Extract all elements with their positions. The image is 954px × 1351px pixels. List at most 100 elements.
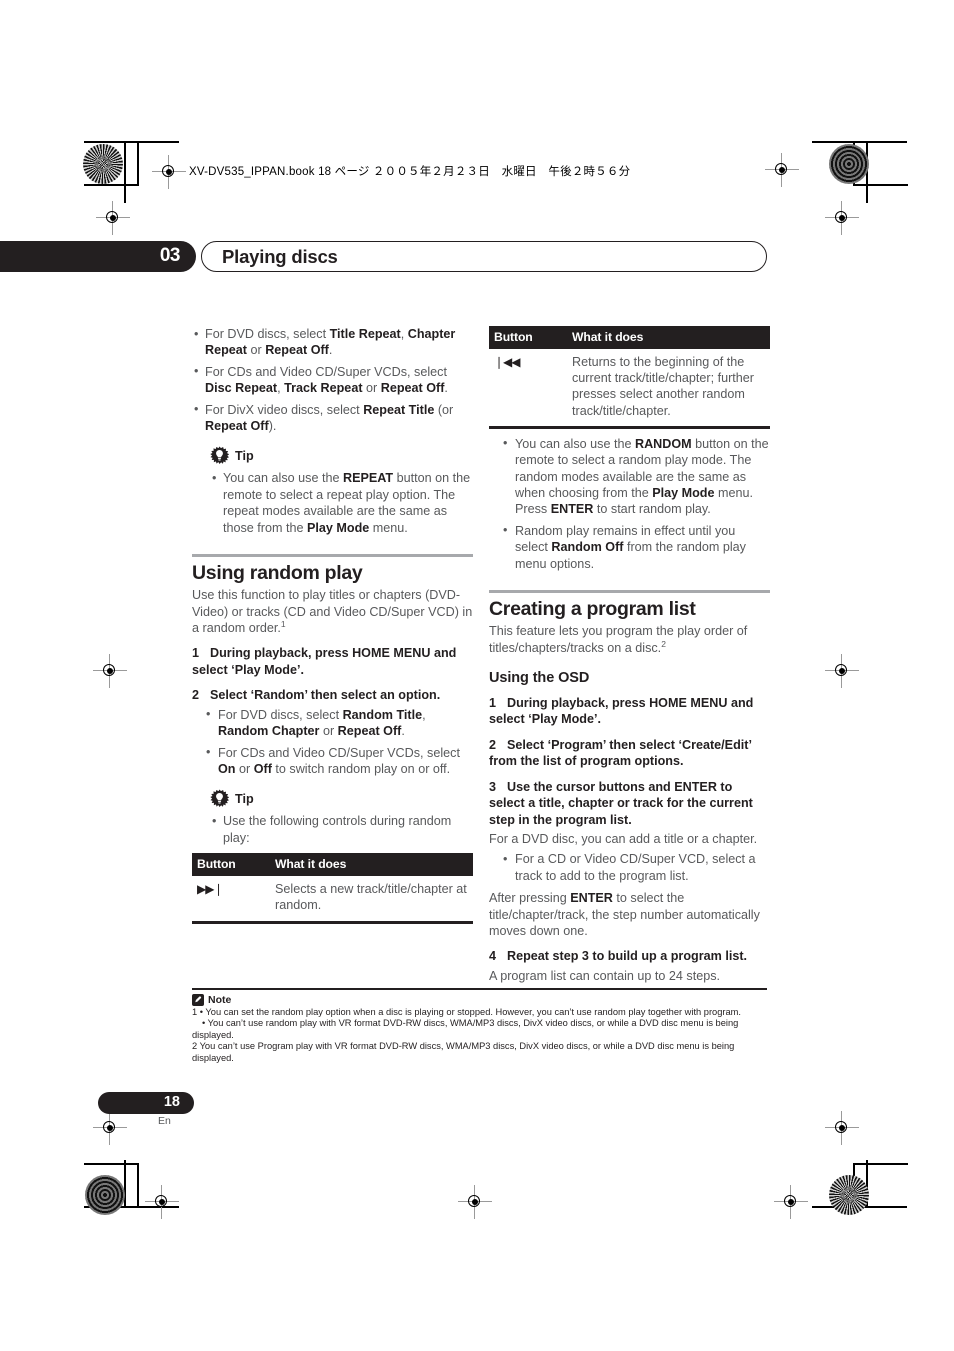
crop-mark-br-h2	[853, 1163, 908, 1165]
step-3: 3 Use the cursor buttons and ENTER to sel…	[489, 779, 770, 828]
list-item: You can also use the REPEAT button on th…	[212, 470, 473, 536]
color-registration-blob-br	[829, 1175, 869, 1215]
step-4-body: A program list can contain up to 24 step…	[489, 968, 721, 983]
step-number: 2	[489, 737, 497, 752]
registration-mark-mid-left	[93, 654, 127, 688]
section-heading: Creating a program list	[489, 598, 696, 621]
emphasis-text: Repeat Off	[337, 724, 402, 739]
section-intro-text: This feature lets you program the play o…	[489, 624, 748, 655]
crop-mark-tl-v1	[124, 141, 126, 203]
step-2: 2 Select ‘Program’ then select ‘Create/Ed…	[489, 737, 770, 770]
emphasis-text: On	[218, 761, 236, 776]
emphasis-text: Repeat Off	[205, 419, 269, 434]
step-3-bullet-list: For a CD or Video CD/Super VCD, select a…	[489, 851, 770, 884]
table-body: ❘◀◀ Returns to the beginning of the curr…	[489, 349, 770, 428]
step-number: 2	[192, 688, 200, 703]
section-heading: Using random play	[192, 562, 363, 585]
color-registration-blob-bl	[85, 1175, 125, 1215]
subsection-heading: Using the OSD	[489, 670, 590, 687]
footnote-line: 1 • You can set the random play option w…	[192, 1006, 741, 1017]
emphasis-text: Repeat Title	[363, 402, 435, 417]
step-3-body: For a DVD disc, you can add a title or a…	[489, 831, 758, 846]
tip-block-random: Tip Use the following controls during ra…	[210, 789, 473, 846]
crop-mark-tl-h2	[84, 184, 139, 186]
emphasis-text: Track Repeat	[284, 381, 363, 396]
emphasis-text: Repeat Off	[380, 381, 445, 396]
step-text: During playback, press HOME MENU and sel…	[192, 646, 457, 677]
page-language: En	[158, 1115, 171, 1127]
tip-heading: Tip	[210, 789, 473, 808]
table-row: ❘◀◀ Returns to the beginning of the curr…	[489, 349, 770, 428]
registration-mark-top-right	[765, 153, 799, 187]
step-text: During playback, press HOME MENU and sel…	[489, 696, 754, 727]
button-table-prev: Button What it does ❘◀◀ Returns to the b…	[489, 326, 770, 429]
list-item: For CDs and Video CD/Super VCDs, select …	[194, 363, 473, 397]
book-file-header: XV-DV535_IPPAN.book 18 ページ ２００５年２月２３日 水曜…	[189, 166, 631, 178]
tip-bulb-icon	[210, 789, 229, 808]
emphasis-text: Title Repeat	[329, 327, 401, 341]
step-2: 2 Select ‘Random’ then select an option.	[192, 687, 473, 703]
repeat-options-list: For DVD discs, select Title Repeat, Chap…	[192, 326, 473, 434]
table-header-row: Button What it does	[192, 853, 473, 877]
crop-mark-tl-v2	[137, 141, 139, 186]
tip-block-repeat: Tip You can also use the REPEAT button o…	[210, 446, 473, 536]
next-track-icon: ▶▶❘	[197, 882, 224, 897]
step-1: 1 During playback, press HOME MENU and se…	[192, 645, 473, 678]
registration-mark-top-left	[152, 155, 186, 189]
random-notes-list: You can also use the RANDOM button on th…	[489, 435, 770, 572]
left-column: For DVD discs, select Title Repeat, Chap…	[192, 326, 473, 924]
table-row: ▶▶❘ Selects a new track/title/chapter at…	[192, 876, 473, 923]
registration-mark-mid-right	[825, 654, 859, 688]
section-intro: Use this function to play titles or chap…	[192, 588, 473, 636]
crop-mark-bl-h2	[84, 1163, 139, 1165]
color-registration-blob-tr	[829, 144, 869, 184]
color-registration-blob-tl	[83, 144, 123, 184]
footnote-ref-2: 2	[661, 638, 666, 649]
emphasis-text: Random Chapter	[218, 724, 320, 739]
registration-mark-bottom-right	[774, 1185, 808, 1219]
registration-mark-lower-right	[825, 1111, 859, 1145]
section-creating-program-list: Creating a program list This feature let…	[489, 590, 770, 984]
registration-mark-upper-left	[96, 201, 130, 235]
emphasis-text: REPEAT	[342, 471, 394, 486]
page-number-badge: 18	[98, 1092, 194, 1114]
table-body: ▶▶❘ Selects a new track/title/chapter at…	[192, 876, 473, 923]
footnote-line: 2 You can’t use Program play with VR for…	[192, 1041, 735, 1063]
crop-mark-bl-v2	[137, 1163, 139, 1208]
emphasis-text: ENTER	[550, 502, 594, 517]
step-number: 4	[489, 949, 497, 964]
page-number: 18	[163, 1094, 180, 1110]
emphasis-text: Random Off	[551, 540, 624, 555]
button-table-random: Button What it does ▶▶❘ Selects a new tr…	[192, 853, 473, 923]
crop-mark-tr-h1	[812, 141, 907, 143]
button-description: Returns to the beginning of the current …	[572, 355, 754, 418]
chapter-title-pill: Playing discs	[201, 241, 767, 272]
registration-mark-bottom-left	[145, 1185, 179, 1219]
list-item: For DVD discs, select Random Title, Rand…	[206, 706, 473, 740]
right-column: Button What it does ❘◀◀ Returns to the b…	[489, 326, 770, 989]
note-rule	[192, 988, 767, 990]
section-rule	[489, 590, 770, 594]
list-item: For CDs and Video CD/Super VCDs, select …	[206, 744, 473, 778]
list-item: Use the following controls during random…	[212, 813, 473, 846]
tip-heading: Tip	[210, 446, 473, 465]
chapter-number: 03	[159, 245, 181, 266]
column-header-button: Button	[192, 853, 269, 877]
emphasis-text: Off	[253, 761, 272, 776]
step-3-after-text: After pressing ENTER to select the title…	[489, 891, 760, 938]
emphasis-text: RANDOM	[634, 436, 692, 451]
step-1: 1 During playback, press HOME MENU and se…	[489, 695, 770, 728]
column-header-description: What it does	[566, 326, 770, 349]
note-pen-icon	[192, 993, 204, 1006]
crop-mark-tl-h1	[84, 141, 179, 143]
step-number: 3	[489, 779, 497, 794]
emphasis-text: Play Mode	[307, 520, 370, 535]
registration-mark-upper-right	[825, 201, 859, 235]
emphasis-text: Disc Repeat	[205, 381, 278, 396]
column-header-description: What it does	[269, 853, 473, 877]
previous-track-icon: ❘◀◀	[494, 355, 521, 369]
tip-bulb-icon	[210, 446, 229, 465]
step-text: Repeat step 3 to build up a program list…	[507, 949, 748, 964]
emphasis-text: ENTER	[570, 891, 613, 906]
list-item: For DivX video discs, select Repeat Titl…	[194, 401, 473, 435]
